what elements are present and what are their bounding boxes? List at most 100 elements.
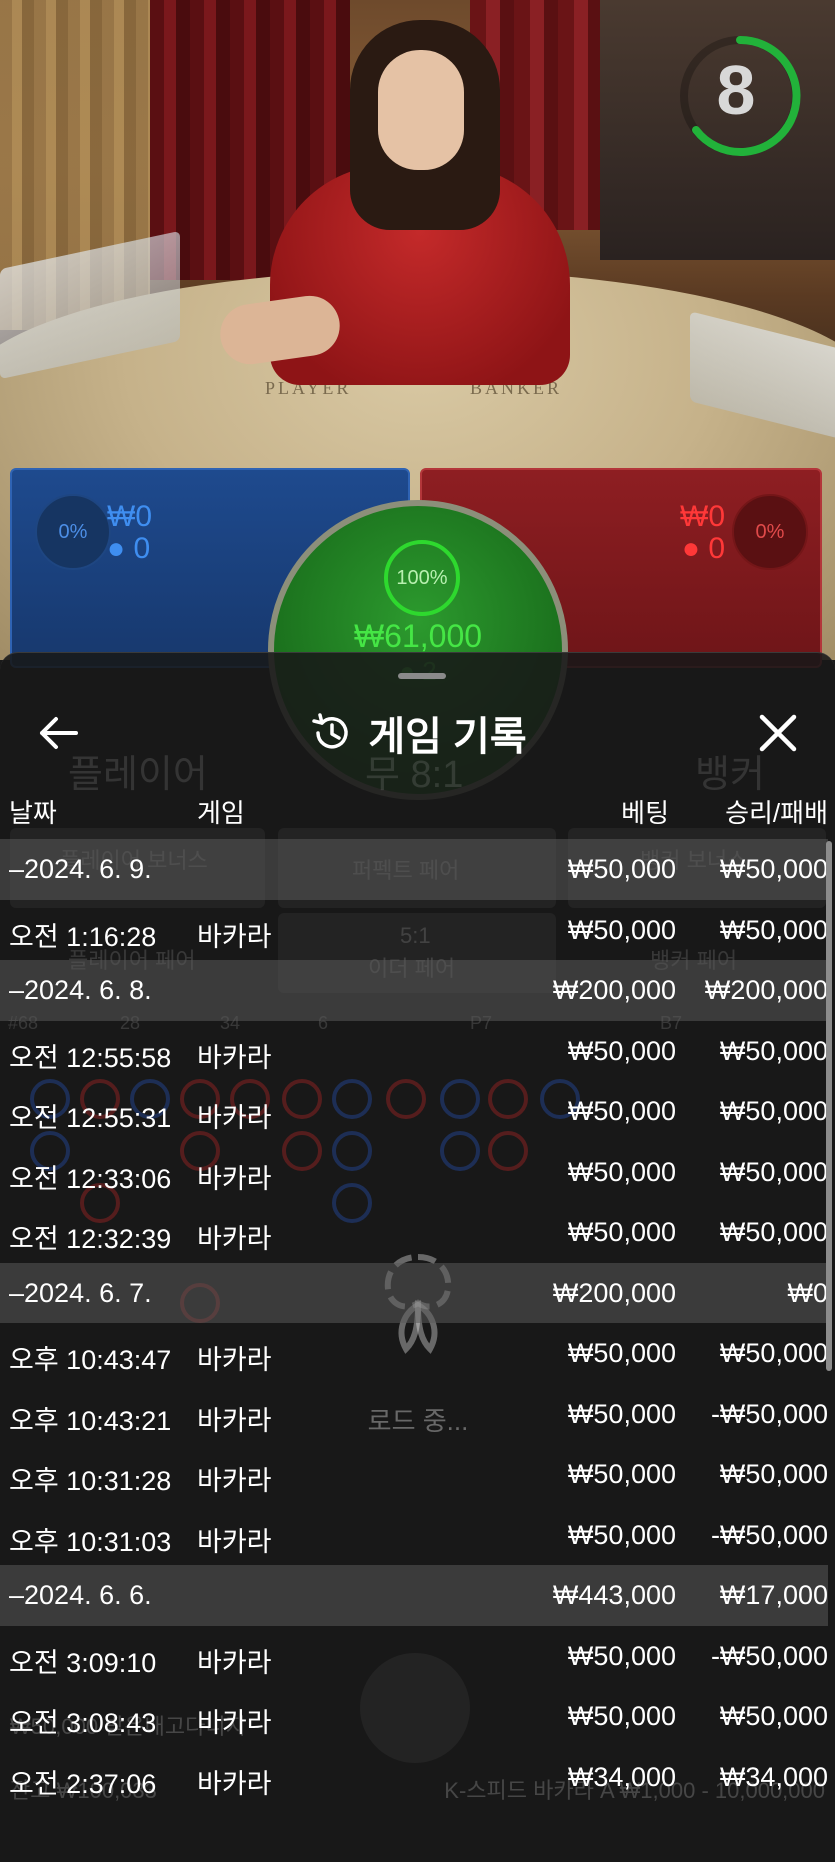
table-row[interactable]: 오후 10:43:21 바카라 ₩50,000 -₩50,000 [0, 1384, 828, 1445]
row-game: 바카라 [197, 1224, 272, 1254]
row-bet: ₩50,000 [567, 914, 676, 945]
row-game: 바카라 [197, 1345, 272, 1375]
row-time: 오전 3:09:10 [9, 1647, 157, 1678]
banker-percent: 0% [732, 494, 808, 570]
row-time: 오전 12:55:58 [9, 1042, 172, 1073]
row-time: 오후 10:31:28 [9, 1466, 172, 1496]
row-result: -₩50,000 [710, 1519, 828, 1550]
sheet-header: 게임 기록 [0, 693, 835, 773]
date-group-row[interactable]: –2024. 6. 8. ₩200,000 ₩200,000 [0, 960, 828, 1021]
row-result: ₩50,000 [719, 1035, 828, 1066]
row-bet: ₩50,000 [567, 1338, 676, 1368]
row-result: ₩50,000 [719, 1701, 828, 1731]
row-bet: ₩443,000 [552, 1580, 676, 1610]
user-icon: ● [107, 532, 126, 565]
player-bet-amount: ₩0 [107, 500, 152, 533]
row-bet: ₩200,000 [552, 1277, 676, 1308]
tie-bet-amount: ₩61,000 [353, 618, 483, 654]
back-arrow-icon[interactable] [36, 713, 82, 753]
row-time: 오전 3:08:43 [9, 1708, 157, 1738]
row-bet: ₩50,000 [567, 1519, 676, 1550]
table-row[interactable]: 오전 2:37:06 바카라 ₩34,000 ₩34,000 [0, 1747, 828, 1808]
row-result: ₩50,000 [719, 1217, 828, 1247]
row-time: –2024. 6. 7. [9, 1277, 152, 1308]
table-row[interactable]: 오전 3:08:43 바카라 ₩50,000 ₩50,000 [0, 1686, 828, 1747]
row-bet: ₩50,000 [567, 1035, 676, 1066]
close-icon[interactable] [756, 711, 800, 755]
history-list[interactable]: –2024. 6. 9. ₩50,000 ₩50,000 오전 1:16:28 바카라 ₩… [0, 839, 828, 1807]
row-time: 오전 12:33:06 [9, 1163, 172, 1194]
row-time: 오전 2:37:06 [9, 1768, 157, 1799]
scrollbar[interactable] [826, 841, 832, 1371]
row-bet: ₩50,000 [567, 854, 676, 884]
row-result: -₩50,000 [710, 1640, 828, 1671]
table-row[interactable]: 오전 12:32:39 바카라 ₩50,000 ₩50,000 [0, 1202, 828, 1263]
date-group-row[interactable]: –2024. 6. 9. ₩50,000 ₩50,000 [0, 839, 828, 900]
history-icon [312, 713, 349, 749]
row-time: 오전 12:55:31 [9, 1103, 172, 1133]
player-percent: 0% [35, 494, 111, 570]
column-header-date: 날짜 [9, 798, 57, 828]
row-result: ₩200,000 [704, 975, 828, 1005]
row-result: ₩50,000 [719, 914, 828, 945]
row-game: 바카라 [197, 1405, 272, 1436]
table-row[interactable]: 오전 12:55:58 바카라 ₩50,000 ₩50,000 [0, 1021, 828, 1082]
sheet-title: 게임 기록 [368, 715, 527, 759]
row-game: 바카라 [197, 921, 272, 952]
row-result: ₩50,000 [719, 1459, 828, 1489]
row-result: ₩50,000 [719, 1156, 828, 1187]
table-row[interactable]: 오후 10:31:28 바카라 ₩50,000 ₩50,000 [0, 1444, 828, 1505]
row-time: –2024. 6. 6. [9, 1580, 152, 1610]
row-game: 바카라 [197, 1042, 272, 1073]
row-game: 바카라 [197, 1526, 272, 1557]
row-bet: ₩50,000 [567, 1640, 676, 1671]
dealer-face [378, 50, 464, 170]
table-row[interactable]: 오후 10:31:03 바카라 ₩50,000 -₩50,000 [0, 1505, 828, 1566]
row-bet: ₩50,000 [567, 1701, 676, 1731]
table-row[interactable]: 오전 1:16:28 바카라 ₩50,000 ₩50,000 [0, 900, 828, 961]
row-result: ₩34,000 [719, 1761, 828, 1792]
row-result: ₩50,000 [719, 1096, 828, 1126]
row-game: 바카라 [197, 1768, 272, 1799]
row-game: 바카라 [197, 1466, 272, 1496]
date-group-row[interactable]: –2024. 6. 7. ₩200,000 ₩0 [0, 1262, 829, 1323]
table-row[interactable]: 오전 12:33:06 바카라 ₩50,000 ₩50,000 [0, 1142, 828, 1203]
column-header-game: 게임 [197, 798, 245, 828]
row-time: 오후 10:43:21 [9, 1405, 172, 1436]
row-result: ₩0 [787, 1277, 829, 1308]
row-bet: ₩200,000 [552, 975, 676, 1005]
row-game: 바카라 [197, 1163, 272, 1194]
table-header-row: 날짜 게임 베팅 승리/패배 [0, 783, 835, 833]
row-time: 오전 1:16:28 [9, 921, 157, 952]
row-time: 오후 10:31:03 [9, 1526, 172, 1557]
row-bet: ₩50,000 [567, 1096, 676, 1126]
table-row[interactable]: 오전 12:55:31 바카라 ₩50,000 ₩50,000 [0, 1081, 828, 1142]
row-game: 바카라 [197, 1647, 272, 1678]
banker-bet-amount: ₩0 [680, 500, 725, 533]
column-header-result: 승리/패배 [725, 798, 828, 828]
tie-percent: 100% [384, 540, 460, 616]
date-group-row[interactable]: –2024. 6. 6. ₩443,000 ₩17,000 [0, 1565, 828, 1626]
sheet-drag-handle[interactable] [398, 673, 446, 679]
row-bet: ₩50,000 [567, 1217, 676, 1247]
column-header-bet: 베팅 [621, 798, 669, 828]
table-row[interactable]: 오후 10:43:47 바카라 ₩50,000 ₩50,000 [0, 1323, 828, 1384]
row-result: ₩50,000 [719, 854, 828, 884]
countdown-value: 8 [716, 51, 756, 129]
player-user-count: ● 0 [107, 532, 151, 565]
table-row[interactable]: 오전 3:09:10 바카라 ₩50,000 -₩50,000 [0, 1626, 828, 1687]
row-time: 오전 12:32:39 [9, 1224, 172, 1254]
row-result: -₩50,000 [710, 1398, 828, 1429]
row-result: ₩17,000 [719, 1580, 828, 1610]
row-bet: ₩50,000 [567, 1398, 676, 1429]
row-game: 바카라 [197, 1708, 272, 1738]
row-time: –2024. 6. 8. [9, 975, 152, 1005]
row-time: –2024. 6. 9. [9, 854, 152, 884]
banker-user-count: ● 0 [681, 532, 725, 565]
row-result: ₩50,000 [719, 1338, 828, 1368]
game-history-sheet: 플레이어 무 8:1 뱅커 플레이어 보너스 퍼펙트 페어 뱅커 보너스 플레이… [0, 652, 835, 1862]
user-icon: ● [681, 532, 700, 565]
row-game: 바카라 [197, 1103, 272, 1133]
row-time: 오후 10:43:47 [9, 1345, 172, 1375]
row-bet: ₩50,000 [567, 1459, 676, 1489]
